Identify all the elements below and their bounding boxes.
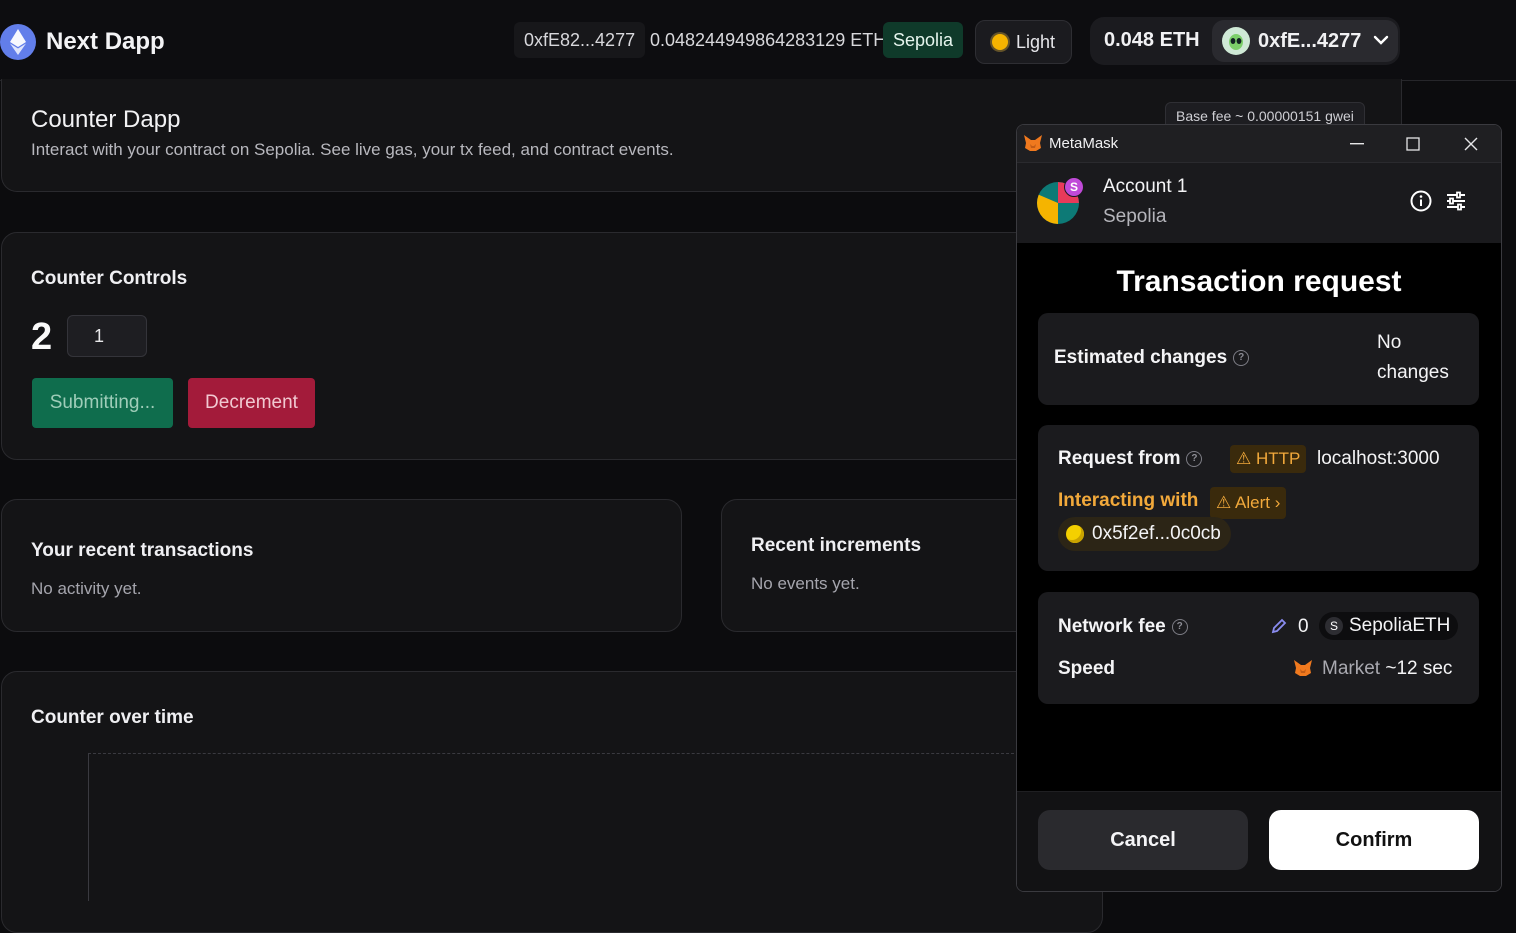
recent-transactions-empty: No activity yet. (31, 579, 142, 598)
theme-toggle-label: Light (1016, 32, 1056, 52)
metamask-window-title: MetaMask (1049, 135, 1119, 152)
account-balance: 0.048 ETH (1104, 29, 1200, 51)
metamask-account-header: S Account 1 Sepolia (1017, 163, 1501, 243)
fee-token-badge: S (1325, 617, 1343, 635)
counter-chart-plot (88, 753, 1019, 901)
speed-time: ~12 sec (1385, 658, 1453, 679)
recent-transactions-title: Your recent transactions (31, 540, 254, 561)
settings-sliders-icon[interactable] (1445, 190, 1467, 217)
help-icon[interactable]: ? (1233, 349, 1250, 366)
network-fee-text: Network fee (1058, 616, 1166, 637)
alert-chip[interactable]: ⚠ Alert › (1210, 487, 1287, 519)
metamask-titlebar: MetaMask (1017, 125, 1501, 163)
speed-market: Market (1322, 658, 1381, 679)
brand[interactable]: Next Dapp (0, 24, 165, 60)
network-chip: Sepolia (883, 22, 964, 58)
alert-chip-label: Alert (1235, 493, 1271, 512)
info-icon[interactable] (1410, 190, 1432, 217)
interacting-with-label: Interacting with (1058, 490, 1199, 511)
counter-controls-title: Counter Controls (31, 268, 188, 289)
page-subtitle: Interact with your contract on Sepolia. … (31, 140, 674, 159)
fox-speed-icon (1293, 658, 1313, 683)
account-address: 0xfE...4277 (1258, 29, 1362, 52)
contract-address: 0x5f2ef...0c0cb (1092, 523, 1221, 544)
estimated-changes-value-1: No (1377, 332, 1402, 353)
estimated-changes-text: Estimated changes (1054, 347, 1228, 368)
theme-toggle-button[interactable]: Light (975, 20, 1073, 64)
request-from-label: Request from? (1058, 448, 1203, 470)
counter-chart-title: Counter over time (31, 707, 194, 728)
recent-increments-empty: No events yet. (751, 574, 860, 593)
network-badge: S (1064, 177, 1084, 197)
wallet-address-chip: 0xfE82...4277 (514, 22, 646, 58)
fee-token-name: SepoliaETH (1349, 615, 1451, 636)
speed-value: Market ~12 sec (1322, 658, 1452, 680)
metamask-window: MetaMask S Account 1 Sepolia Transaction… (1016, 124, 1502, 892)
chevron-right-icon: › (1274, 493, 1281, 512)
close-window-button[interactable] (1443, 125, 1499, 162)
sun-icon (992, 34, 1008, 50)
account-address-button[interactable]: 0xfE...4277 (1212, 20, 1398, 62)
transaction-request-heading: Transaction request (1116, 265, 1402, 298)
help-icon[interactable]: ? (1186, 450, 1203, 467)
http-chip-label: HTTP (1255, 449, 1301, 468)
recent-increments-title: Recent increments (751, 535, 922, 556)
warning-icon: ⚠ (1216, 493, 1232, 512)
counter-value: 2 (31, 316, 53, 358)
top-navbar: Next Dapp 0xfE82...4277 0.04824494986428… (0, 0, 1516, 81)
step-input[interactable]: 1 (67, 315, 147, 357)
confirm-button[interactable]: Confirm (1269, 810, 1479, 870)
minimize-button[interactable] (1329, 125, 1385, 162)
request-from-text: Request from (1058, 448, 1181, 469)
warning-icon: ⚠ (1236, 449, 1252, 468)
metamask-footer: Cancel Confirm (1017, 791, 1501, 891)
chevron-down-icon (1373, 32, 1389, 50)
network-fee-value: 0 (1298, 616, 1309, 637)
increment-button[interactable]: Submitting... (32, 378, 173, 428)
cancel-button[interactable]: Cancel (1038, 810, 1248, 870)
network-fee-box: Network fee? 0 S SepoliaETH Speed Market… (1038, 592, 1479, 704)
recent-transactions-card (1, 499, 682, 632)
decrement-button[interactable]: Decrement (188, 378, 315, 428)
help-icon[interactable]: ? (1171, 618, 1188, 635)
account-pill[interactable]: 0.048 ETH 0xfE...4277 (1090, 17, 1400, 65)
page-title: Counter Dapp (31, 106, 181, 133)
request-details-box: Request from? ⚠ HTTP localhost:3000 Inte… (1038, 425, 1479, 571)
contract-address-tag[interactable]: 0x5f2ef...0c0cb (1058, 517, 1231, 551)
fee-token-tag: S SepoliaETH (1319, 612, 1459, 640)
maximize-button[interactable] (1385, 125, 1441, 162)
metamask-fox-icon (1024, 135, 1042, 151)
http-warning-chip[interactable]: ⚠ HTTP (1230, 445, 1307, 473)
close-icon (1464, 137, 1478, 150)
estimated-changes-label: Estimated changes? (1054, 347, 1250, 369)
account-name: Account 1 (1103, 176, 1188, 197)
ethereum-logo-icon (0, 24, 36, 60)
request-origin: localhost:3000 (1317, 448, 1440, 469)
edit-fee-pencil-icon[interactable] (1270, 617, 1288, 640)
wallet-balance: 0.048244949864283129 ETH (650, 30, 887, 50)
contract-token-icon (1066, 525, 1084, 543)
estimated-changes-value-2: changes (1377, 362, 1449, 383)
account-network: Sepolia (1103, 206, 1167, 227)
brand-title: Next Dapp (46, 28, 165, 55)
network-fee-label: Network fee? (1058, 616, 1188, 638)
speed-label: Speed (1058, 658, 1116, 679)
estimated-changes-box: Estimated changes? No changes (1038, 313, 1479, 405)
alien-avatar-icon (1222, 27, 1250, 55)
